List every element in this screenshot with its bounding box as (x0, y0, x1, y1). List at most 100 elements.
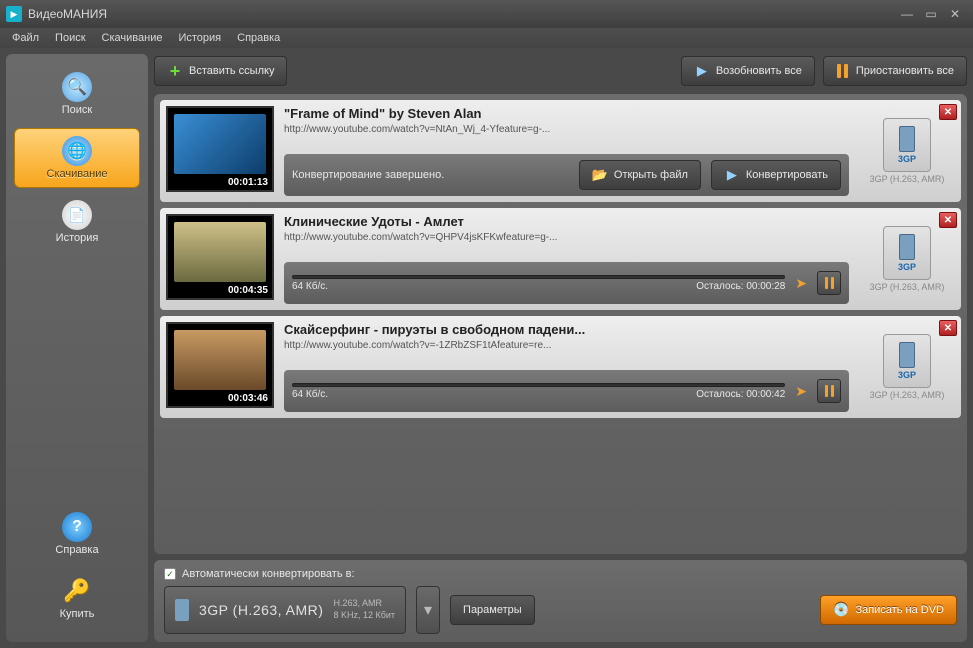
resume-all-label: Возобновить все (716, 65, 802, 77)
main-area: + Вставить ссылку ▶ Возобновить все Прио… (154, 54, 967, 642)
video-duration: 00:04:35 (224, 283, 272, 298)
sidebar-item-buy[interactable]: 🔑 Купить (14, 568, 140, 628)
video-thumbnail[interactable]: 00:04:35 (166, 214, 274, 300)
burn-dvd-label: Записать на DVD (855, 604, 944, 616)
video-url: http://www.youtube.com/watch?v=QHPV4jsKF… (284, 232, 849, 243)
resume-all-button[interactable]: ▶ Возобновить все (681, 56, 815, 86)
sidebar-item-search[interactable]: 🔍 Поиск (14, 64, 140, 124)
video-thumbnail[interactable]: 00:03:46 (166, 322, 274, 408)
title-bar: ▶ ВидеоМАНИЯ — ▭ ✕ (0, 0, 973, 28)
sidebar-item-history[interactable]: 📄 История (14, 192, 140, 252)
folder-icon: 📂 (592, 167, 608, 183)
menu-help[interactable]: Справка (229, 30, 288, 46)
format-dropdown-button[interactable]: ▾ (416, 586, 440, 634)
params-button[interactable]: Параметры (450, 595, 535, 625)
video-duration: 00:01:13 (224, 175, 272, 190)
sidebar-label-history: История (56, 232, 99, 244)
history-icon: 📄 (62, 200, 92, 230)
format-label: 3GP (898, 370, 916, 380)
video-title: Скайсерфинг - пируэты в свободном падени… (284, 322, 849, 337)
play-icon: ▶ (694, 63, 710, 79)
sidebar-label-search: Поиск (62, 104, 92, 116)
video-url: http://www.youtube.com/watch?v=NtAn_Wj_4… (284, 124, 849, 135)
conversion-status: Конвертирование завершено. (292, 169, 444, 181)
minimize-button[interactable]: — (895, 6, 919, 22)
paste-link-button[interactable]: + Вставить ссылку (154, 56, 287, 86)
download-icon: 🌐 (62, 136, 92, 166)
format-label: 3GP (898, 154, 916, 164)
params-label: Параметры (463, 604, 522, 616)
paste-link-label: Вставить ссылку (189, 65, 274, 77)
download-speed: 64 Кб/с. (292, 389, 328, 400)
phone-icon (899, 126, 915, 152)
convert-label: Конвертировать (746, 169, 828, 181)
convert-button[interactable]: ▶ Конвертировать (711, 160, 841, 190)
plus-icon: + (167, 63, 183, 79)
time-remaining: Осталось: 00:00:42 (696, 389, 785, 400)
app-window: ▶ ВидеоМАНИЯ — ▭ ✕ Файл Поиск Скачивание… (0, 0, 973, 648)
output-format-codec: H.263, AMR (333, 598, 395, 610)
download-list: ✕ 00:01:13 "Frame of Mind" by Steven Ala… (154, 94, 967, 554)
menu-search[interactable]: Поиск (47, 30, 93, 46)
pause-all-button[interactable]: Приостановить все (823, 56, 967, 86)
format-desc: 3GP (H.263, AMR) (870, 390, 945, 400)
maximize-button[interactable]: ▭ (919, 6, 943, 22)
arrow-right-icon: ➤ (795, 383, 807, 400)
app-logo-icon: ▶ (6, 6, 22, 22)
format-desc: 3GP (H.263, AMR) (870, 174, 945, 184)
bottom-panel: ✓ Автоматически конвертировать в: 3GP (H… (154, 560, 967, 642)
phone-icon (175, 599, 189, 621)
menu-history[interactable]: История (170, 30, 229, 46)
format-button[interactable]: 3GP (883, 118, 931, 172)
progress-bar (292, 383, 785, 387)
search-icon: 🔍 (62, 72, 92, 102)
burn-dvd-button[interactable]: 💿 Записать на DVD (820, 595, 957, 625)
output-format-audio: 8 KHz, 12 Кбит (333, 610, 395, 622)
remove-item-button[interactable]: ✕ (939, 104, 957, 120)
menu-bar: Файл Поиск Скачивание История Справка (0, 28, 973, 48)
download-row: ✕ 00:01:13 "Frame of Mind" by Steven Ala… (160, 100, 961, 202)
pause-icon (836, 63, 850, 79)
progress-bar (292, 275, 785, 279)
convert-icon: ▶ (724, 167, 740, 183)
remove-item-button[interactable]: ✕ (939, 212, 957, 228)
format-button[interactable]: 3GP (883, 226, 931, 280)
sidebar-label-download: Скачивание (47, 168, 108, 180)
help-icon: ? (62, 512, 92, 542)
remove-item-button[interactable]: ✕ (939, 320, 957, 336)
arrow-right-icon: ➤ (795, 275, 807, 292)
menu-download[interactable]: Скачивание (94, 30, 171, 46)
auto-convert-checkbox[interactable]: ✓ (164, 568, 176, 580)
sidebar: 🔍 Поиск 🌐 Скачивание 📄 История ? Справка… (6, 54, 148, 642)
video-title: "Frame of Mind" by Steven Alan (284, 106, 849, 121)
phone-icon (899, 234, 915, 260)
download-row: ✕ 00:04:35 Клинические Удоты - Амлет htt… (160, 208, 961, 310)
open-file-button[interactable]: 📂 Открыть файл (579, 160, 701, 190)
sidebar-item-help[interactable]: ? Справка (14, 504, 140, 564)
sidebar-label-buy: Купить (60, 608, 95, 620)
pause-item-button[interactable] (817, 271, 841, 295)
format-button[interactable]: 3GP (883, 334, 931, 388)
close-window-button[interactable]: ✕ (943, 6, 967, 22)
pause-item-button[interactable] (817, 379, 841, 403)
output-format-select[interactable]: 3GP (H.263, AMR) H.263, AMR 8 KHz, 12 Кб… (164, 586, 406, 634)
format-desc: 3GP (H.263, AMR) (870, 282, 945, 292)
key-icon: 🔑 (62, 576, 92, 606)
menu-file[interactable]: Файл (4, 30, 47, 46)
phone-icon (899, 342, 915, 368)
pause-all-label: Приостановить все (856, 65, 954, 77)
video-thumbnail[interactable]: 00:01:13 (166, 106, 274, 192)
open-file-label: Открыть файл (614, 169, 688, 181)
video-duration: 00:03:46 (224, 391, 272, 406)
video-title: Клинические Удоты - Амлет (284, 214, 849, 229)
video-url: http://www.youtube.com/watch?v=-1ZRbZSF1… (284, 340, 849, 351)
download-speed: 64 Кб/с. (292, 281, 328, 292)
sidebar-label-help: Справка (55, 544, 98, 556)
format-label: 3GP (898, 262, 916, 272)
toolbar: + Вставить ссылку ▶ Возобновить все Прио… (154, 54, 967, 88)
time-remaining: Осталось: 00:00:28 (696, 281, 785, 292)
auto-convert-label: Автоматически конвертировать в: (182, 568, 355, 580)
sidebar-item-download[interactable]: 🌐 Скачивание (14, 128, 140, 188)
download-row: ✕ 00:03:46 Скайсерфинг - пируэты в свобо… (160, 316, 961, 418)
disc-icon: 💿 (833, 602, 849, 618)
